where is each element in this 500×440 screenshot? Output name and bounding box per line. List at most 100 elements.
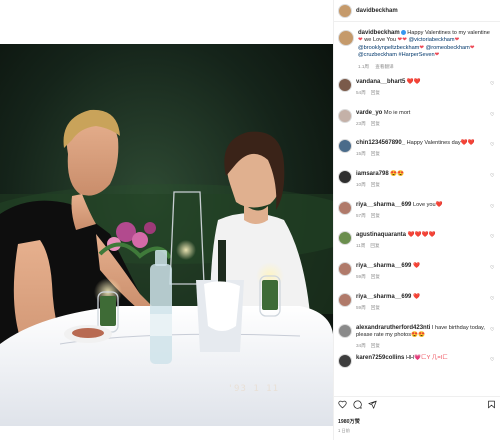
- comment-reply-button[interactable]: 回复: [371, 151, 380, 156]
- caption-age: 1.1周: [358, 63, 369, 69]
- heart-emoji-icon: ❤: [454, 37, 460, 44]
- commenter-avatar[interactable]: [338, 231, 352, 246]
- comment-list: vandana__bhart5 ❤️❤️ 54周 回复 ♡ varde_yo Mo ie…: [334, 78, 500, 385]
- commenter-username[interactable]: karen7259collins: [356, 355, 404, 361]
- commenter-avatar[interactable]: [338, 170, 352, 185]
- comment-reply-button[interactable]: 回复: [371, 274, 380, 279]
- comment-like-icon[interactable]: ♡: [490, 324, 496, 355]
- comment-like-icon[interactable]: ♡: [490, 78, 496, 109]
- comment-age: 10周: [356, 182, 366, 188]
- caption-avatar[interactable]: [338, 30, 354, 46]
- author-avatar[interactable]: [338, 3, 352, 18]
- comment-item: karen7259collins HH💗ㄈY 几=Iㄈ ♡: [334, 354, 500, 385]
- commenter-username[interactable]: alexandrarutherford423nti: [356, 325, 430, 331]
- caption-text-2: we Love You: [364, 37, 396, 44]
- comment-age: 23周: [356, 120, 366, 126]
- comment-reply-button[interactable]: 回复: [370, 243, 379, 248]
- comment-emoji: ❤️: [435, 201, 443, 208]
- post-media: '93 1 11: [0, 0, 333, 440]
- comment-like-icon[interactable]: ♡: [490, 170, 496, 201]
- mention-link[interactable]: @victoriabeckham: [408, 37, 454, 43]
- comment-age: 15周: [356, 151, 366, 157]
- commenter-avatar[interactable]: [338, 108, 352, 123]
- heart-emoji-icon: ❤: [434, 52, 440, 59]
- commenter-username[interactable]: varde_yo: [356, 110, 382, 116]
- comment-text: HH: [405, 355, 415, 362]
- comment-like-icon[interactable]: ♡: [490, 231, 496, 262]
- comment-age: 59周: [356, 274, 366, 280]
- comment-reply-button[interactable]: 回复: [371, 305, 380, 310]
- comment-age: 54周: [356, 90, 366, 95]
- comment-item: vandana__bhart5 ❤️❤️ 54周 回复 ♡: [334, 78, 500, 109]
- comment-like-icon[interactable]: ♡: [490, 201, 496, 232]
- post-date: 1 日前: [338, 428, 350, 433]
- heart-emoji-icon: ❤: [469, 44, 475, 51]
- comment-reply-button[interactable]: 回复: [371, 121, 380, 126]
- commenter-avatar[interactable]: [338, 323, 352, 338]
- comment-item: alexandrarutherford423nti I have birthda…: [334, 323, 500, 355]
- mention-link[interactable]: @brooklynpeltzbeckham: [358, 45, 419, 51]
- comment-reply-button[interactable]: 回复: [371, 182, 380, 187]
- caption-meta: 1.1周 查看翻译: [358, 63, 496, 70]
- comment-like-icon[interactable]: ♡: [490, 354, 496, 385]
- comment-meta: 11周 回复: [356, 242, 486, 249]
- commenter-username[interactable]: riya__sharma__699: [356, 263, 411, 269]
- like-count[interactable]: 1980万赞: [338, 418, 360, 425]
- post-photo[interactable]: '93 1 11: [0, 44, 333, 426]
- comment-text: Love you: [412, 201, 436, 208]
- post-caption: davidbeckham Happy Valentines to my vale…: [334, 22, 500, 74]
- commenter-username[interactable]: chin1234567890_: [356, 140, 405, 146]
- heart-emoji-icon: ❤: [419, 44, 425, 51]
- comment-body: riya__sharma__699 ❤️ 59周 回复: [356, 262, 486, 293]
- commenter-avatar[interactable]: [338, 139, 352, 154]
- comment-like-icon[interactable]: ♡: [490, 293, 496, 324]
- comment-body: alexandrarutherford423nti I have birthda…: [356, 324, 486, 355]
- comment-item: chin1234567890_ Happy Valentines day❤️❤️…: [334, 139, 500, 170]
- comment-body: vandana__bhart5 ❤️❤️ 54周 回复: [356, 78, 486, 109]
- comment-emoji: 😍😍: [411, 331, 425, 338]
- comment-age: 57周: [356, 212, 366, 218]
- comment-body: riya__sharma__699 ❤️ 59周 回复: [356, 293, 486, 324]
- bookmark-icon[interactable]: [487, 400, 496, 409]
- commenter-avatar[interactable]: [338, 354, 352, 369]
- comment-reply-button[interactable]: 回复: [371, 90, 380, 95]
- commenter-avatar[interactable]: [338, 292, 352, 307]
- caption-username[interactable]: davidbeckham: [358, 30, 400, 36]
- paper-plane-icon[interactable]: [368, 400, 377, 409]
- comment-meta: 10周 回复: [356, 181, 486, 188]
- commenter-username[interactable]: iamsara798: [356, 171, 389, 177]
- comment-like-icon[interactable]: ♡: [490, 109, 496, 140]
- comment-body: karen7259collins HH💗ㄈY 几=Iㄈ: [356, 354, 486, 385]
- hashtag-link[interactable]: #HarperSeven: [399, 52, 435, 58]
- comment-meta: 59周 回复: [356, 304, 486, 311]
- comment-body: varde_yo Mo ie mort 23周 回复: [356, 109, 486, 140]
- comment-icon[interactable]: [353, 400, 362, 409]
- comment-like-icon[interactable]: ♡: [490, 262, 496, 293]
- mention-link[interactable]: @cruzbeckham: [358, 52, 397, 58]
- comment-reply-button[interactable]: 回复: [371, 343, 380, 348]
- comment-like-icon[interactable]: ♡: [490, 139, 496, 170]
- comment-emoji: ❤️: [412, 293, 420, 300]
- commenter-avatar[interactable]: [338, 78, 352, 92]
- heart-emoji-icon: ❤❤: [397, 37, 407, 44]
- comment-meta: 54周 回复: [356, 89, 486, 96]
- comment-text: Mo ie mort: [383, 109, 411, 116]
- mention-link[interactable]: @romeobeckham: [426, 45, 470, 51]
- caption-translate[interactable]: 查看翻译: [375, 64, 393, 69]
- commenter-avatar[interactable]: [338, 262, 352, 277]
- commenter-avatar[interactable]: [338, 200, 352, 215]
- commenter-username[interactable]: vandana__bhart5: [356, 79, 405, 85]
- commenter-username[interactable]: riya__sharma__699: [356, 202, 411, 208]
- heart-outline-icon[interactable]: [338, 400, 347, 409]
- commenter-username[interactable]: agustinaquaranta: [356, 232, 406, 238]
- comment-age: 34周: [356, 342, 366, 348]
- comment-emoji: 😍😍: [390, 171, 405, 178]
- comment-reply-button[interactable]: 回复: [371, 213, 380, 218]
- caption-body: davidbeckham Happy Valentines to my vale…: [358, 30, 496, 70]
- comment-meta: [356, 365, 486, 372]
- comment-item: agustinaquaranta ❤️❤️❤️❤️ 11周 回复 ♡: [334, 231, 500, 262]
- commenter-username[interactable]: riya__sharma__699: [356, 294, 411, 300]
- author-username[interactable]: davidbeckham: [356, 8, 398, 14]
- comment-body: iamsara798 😍😍 10周 回复: [356, 170, 486, 201]
- comment-age: 59周: [356, 304, 366, 310]
